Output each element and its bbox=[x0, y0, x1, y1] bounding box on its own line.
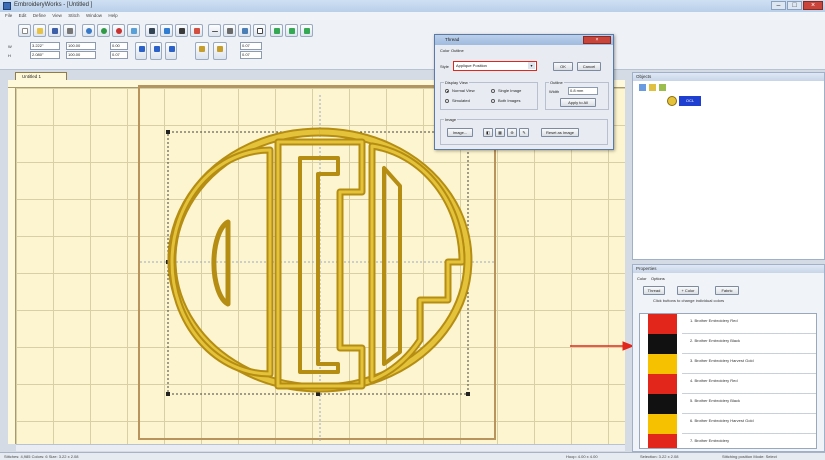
reset-as-image-button[interactable]: Reset as Image bbox=[541, 128, 579, 137]
status-mode: Stitching position Mode: Select bbox=[722, 454, 777, 459]
style-label: Style bbox=[440, 64, 449, 69]
thread-name: 3. Brother Embroidery Harvest Gold bbox=[690, 358, 754, 363]
thread-separator bbox=[682, 433, 816, 434]
handle-bl bbox=[166, 392, 170, 396]
cancel-button[interactable]: Cancel bbox=[577, 62, 601, 71]
thread-swatch[interactable] bbox=[648, 314, 677, 334]
status-hoop: Hoop: 4.00 x 4.00 bbox=[566, 454, 598, 459]
thread-swatch[interactable] bbox=[648, 414, 677, 434]
both-images-label: Both Images bbox=[498, 98, 521, 103]
thread-name: 6. Brother Embroidery Harvest Gold bbox=[690, 418, 754, 423]
thread-swatch[interactable] bbox=[648, 354, 677, 374]
outline-group: Outline Width 0.8 mm Apply to All bbox=[545, 80, 609, 110]
handle-tl bbox=[166, 130, 170, 134]
thread-name: 1. Brother Embroidery Red bbox=[690, 318, 738, 323]
image-button[interactable]: Image... bbox=[447, 128, 473, 137]
layer-icon[interactable] bbox=[659, 84, 666, 91]
thread-name: 2. Brother Embroidery Black bbox=[690, 338, 741, 343]
image-prev-button[interactable]: ◧ bbox=[483, 128, 493, 137]
thread-list[interactable]: 1. Brother Embroidery Red 2. Brother Embr… bbox=[639, 313, 817, 449]
letter-l-inner bbox=[382, 166, 402, 366]
letter-c-inner bbox=[298, 156, 340, 374]
thread-separator bbox=[682, 353, 816, 354]
both-images-radio[interactable] bbox=[491, 99, 495, 103]
tab-color[interactable]: Color bbox=[637, 276, 647, 281]
thread-swatch[interactable] bbox=[648, 334, 677, 354]
simulated-label: Simulated bbox=[452, 98, 470, 103]
folder-icon[interactable] bbox=[649, 84, 656, 91]
tree-icon[interactable] bbox=[639, 84, 646, 91]
dialog-tab-outline[interactable]: Outline bbox=[451, 48, 464, 53]
image-zoom-button[interactable]: ⊕ bbox=[507, 128, 517, 137]
outline-width-field[interactable]: 0.8 mm bbox=[568, 87, 598, 95]
thread-swatch[interactable] bbox=[648, 374, 677, 394]
image-group: Image Image... ◧ ▦ ⊕ ✎ Reset as Image bbox=[440, 117, 608, 145]
handle-bc bbox=[316, 392, 320, 396]
chevron-down-icon: ▾ bbox=[528, 62, 535, 69]
normal-view-label: Normal View bbox=[452, 88, 475, 93]
status-stitch-info: Stitches: 4,985 Colors: 6 Size: 3.22 x 2… bbox=[4, 454, 79, 459]
ok-button[interactable]: OK bbox=[553, 62, 573, 71]
monogram-ocl bbox=[167, 127, 473, 393]
thread-button[interactable]: Thread bbox=[643, 286, 665, 295]
outline-group-label: Outline bbox=[549, 80, 564, 85]
dialog-tab-color[interactable]: Color bbox=[440, 48, 450, 53]
objects-panel-title: Objects bbox=[633, 73, 824, 81]
thread-separator bbox=[682, 393, 816, 394]
horizontal-scrollbar[interactable] bbox=[16, 444, 625, 451]
style-dropdown[interactable]: Applique Position ▾ bbox=[453, 61, 537, 71]
fabric-button[interactable]: Fabric bbox=[715, 286, 739, 295]
object-item-ocl[interactable]: OCL bbox=[679, 96, 701, 106]
single-image-radio[interactable] bbox=[491, 89, 495, 93]
thread-separator bbox=[682, 413, 816, 414]
thread-separator bbox=[682, 333, 816, 334]
image-grid-button[interactable]: ▦ bbox=[495, 128, 505, 137]
thread-swatch[interactable] bbox=[648, 434, 677, 448]
add-color-button[interactable]: + Color bbox=[677, 286, 699, 295]
simulated-radio[interactable] bbox=[445, 99, 449, 103]
normal-view-radio[interactable] bbox=[445, 89, 449, 93]
thread-name: 5. Brother Embroidery Black bbox=[690, 398, 741, 403]
apply-to-all-button[interactable]: Apply to All bbox=[560, 98, 596, 107]
tab-options[interactable]: Options bbox=[651, 276, 665, 281]
image-edit-button[interactable]: ✎ bbox=[519, 128, 529, 137]
style-dropdown-value: Applique Position bbox=[456, 63, 487, 68]
image-group-label: Image bbox=[444, 117, 458, 122]
display-view-group: Display View Normal View Single Image Si… bbox=[440, 80, 538, 110]
status-selection: Selection: 3.22 x 2.08 bbox=[640, 454, 679, 459]
thread-dialog: Thread × Color Outline Style Applique Po… bbox=[434, 34, 614, 150]
dialog-close-button[interactable]: × bbox=[583, 36, 611, 44]
object-thumbnail-icon bbox=[667, 96, 677, 106]
thread-swatch[interactable] bbox=[648, 394, 677, 414]
outline-width-label: Width bbox=[549, 89, 560, 94]
status-bar: Stitches: 4,985 Colors: 6 Size: 3.22 x 2… bbox=[0, 452, 825, 460]
properties-panel: Properties Color Options Thread + Color … bbox=[632, 264, 825, 452]
properties-panel-title: Properties bbox=[633, 265, 824, 273]
thread-name: 4. Brother Embroidery Red bbox=[690, 378, 738, 383]
color-hint-text: Click buttons to change individual color… bbox=[653, 298, 725, 303]
letter-o-counter bbox=[211, 219, 231, 307]
handle-br bbox=[466, 392, 470, 396]
objects-panel: Objects OCL bbox=[632, 72, 825, 260]
thread-name: 7. Brother Embroidery bbox=[690, 438, 730, 443]
thread-separator bbox=[682, 373, 816, 374]
single-image-label: Single Image bbox=[498, 88, 522, 93]
display-view-label: Display View bbox=[444, 80, 469, 85]
